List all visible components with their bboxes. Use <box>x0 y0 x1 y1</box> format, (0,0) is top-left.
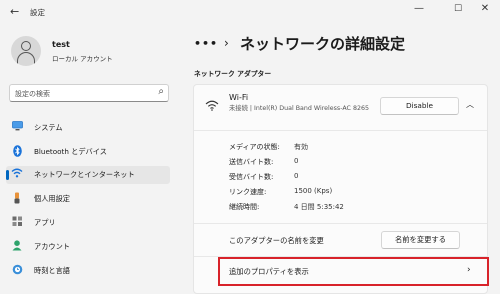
apps-icon <box>11 216 23 230</box>
user-icon-body <box>17 52 35 64</box>
property-value: 4 日間 5:35:42 <box>294 203 344 211</box>
clock-globe-icon <box>11 264 23 278</box>
property-value: 0 <box>294 157 299 165</box>
chevron-right-icon: › <box>224 36 229 50</box>
page-title: ネットワークの詳細設定 <box>240 35 406 53</box>
minimize-button[interactable]: — <box>411 3 427 14</box>
network-icon <box>11 168 23 182</box>
sidebar-item-label: アプリ <box>34 218 56 227</box>
property-value: 有効 <box>294 143 308 151</box>
breadcrumb-more-button[interactable]: ••• <box>194 37 218 50</box>
sidebar-item-personalization[interactable]: 個人用設定 <box>6 190 170 208</box>
property-label: 受信バイト数: <box>229 173 274 181</box>
property-value: 0 <box>294 172 299 180</box>
search-placeholder: 設定の検索 <box>15 90 50 98</box>
chevron-right-icon: › <box>467 265 471 275</box>
maximize-button[interactable]: ☐ <box>450 4 466 14</box>
sidebar-item-accounts[interactable]: アカウント <box>6 238 170 256</box>
close-button[interactable]: ✕ <box>477 3 493 14</box>
sidebar-item-label: 個人用設定 <box>34 194 70 203</box>
brush-icon <box>11 192 23 206</box>
more-properties-label: 追加のプロパティを表示 <box>229 267 309 276</box>
property-label: リンク速度: <box>229 188 267 196</box>
sidebar-item-label: ネットワークとインターネット <box>34 170 135 179</box>
back-arrow-icon[interactable]: ← <box>10 5 19 18</box>
sidebar-item-network[interactable]: ネットワークとインターネット <box>6 166 170 184</box>
property-value: 1500 (Kps) <box>294 187 333 195</box>
chevron-up-icon[interactable]: ︿ <box>466 99 474 110</box>
sidebar-item-label: アカウント <box>34 242 70 251</box>
adapter-description: 未接続 | Intel(R) Dual Band Wireless-AC 826… <box>229 105 369 112</box>
sidebar-item-bluetooth[interactable]: Bluetooth とデバイス <box>6 143 170 161</box>
title-bar: ← 設定 — ☐ ✕ <box>0 0 500 26</box>
avatar[interactable] <box>11 36 41 66</box>
app-title: 設定 <box>30 8 45 17</box>
sidebar-item-time-language[interactable]: 時刻と言語 <box>6 262 170 280</box>
user-name: test <box>52 40 70 49</box>
disable-button[interactable]: Disable <box>380 97 459 115</box>
divider <box>194 223 487 224</box>
section-title: ネットワーク アダプター <box>194 70 272 78</box>
selected-indicator <box>6 170 9 180</box>
divider <box>194 130 487 131</box>
sidebar-item-system[interactable]: システム <box>6 119 170 137</box>
account-type: ローカル アカウント <box>52 55 113 63</box>
account-icon <box>11 240 23 254</box>
search-icon: ⌕ <box>158 86 164 97</box>
sidebar-item-apps[interactable]: アプリ <box>6 214 170 232</box>
sidebar-item-label: Bluetooth とデバイス <box>34 147 107 156</box>
adapter-name: Wi-Fi <box>229 93 249 102</box>
property-label: メディアの状態: <box>229 143 280 151</box>
sidebar-item-label: 時刻と言語 <box>34 266 70 275</box>
user-icon <box>21 41 31 51</box>
search-input[interactable]: 設定の検索 ⌕ <box>9 84 169 102</box>
rename-adapter-label: このアダプターの名前を変更 <box>229 236 324 245</box>
property-label: 継続時間: <box>229 203 260 211</box>
rename-button[interactable]: 名前を変更する <box>381 231 460 249</box>
property-label: 送信バイト数: <box>229 158 274 166</box>
bluetooth-icon <box>11 145 23 159</box>
sidebar-item-label: システム <box>34 123 63 132</box>
wifi-icon <box>205 96 219 115</box>
monitor-icon <box>11 121 23 135</box>
